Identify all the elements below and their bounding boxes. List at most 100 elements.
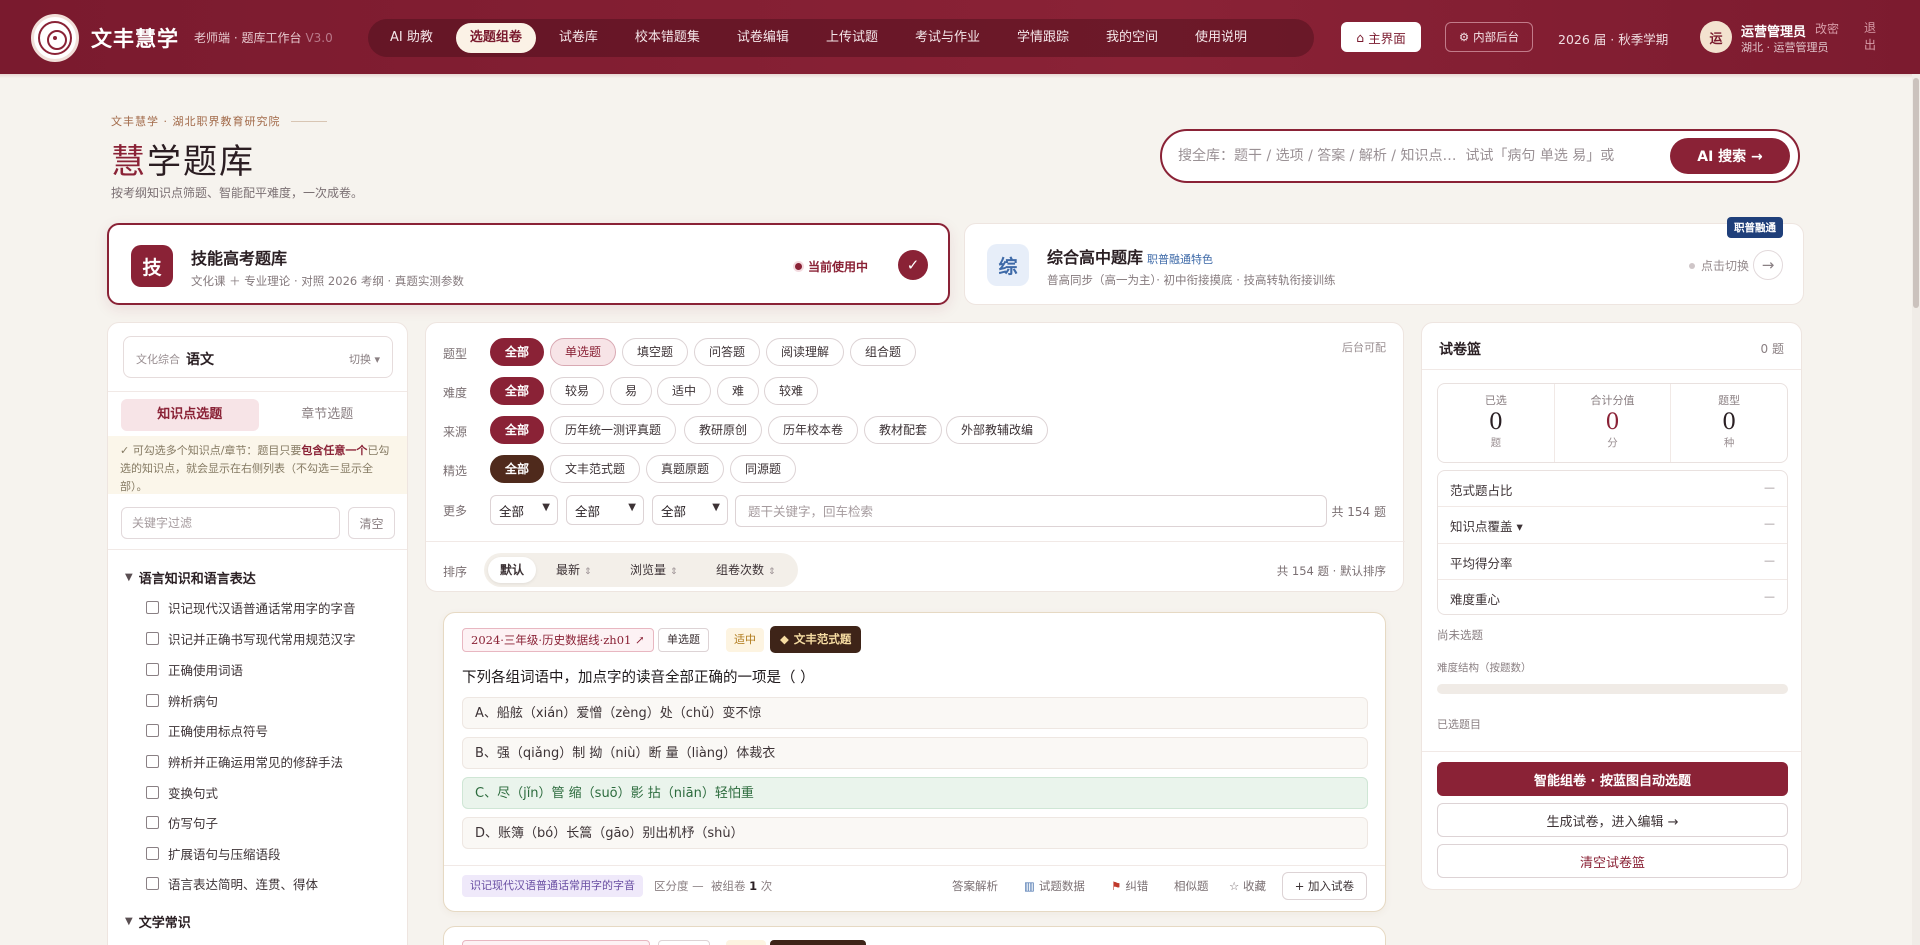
chip-type-combo[interactable]: 组合题 (850, 338, 917, 366)
bar-chart-icon: ▥ (1024, 879, 1035, 893)
backend-button[interactable]: ⚙ 内部后台 (1445, 22, 1533, 52)
divider (444, 865, 1385, 866)
chip-src-textbook[interactable]: 教材配套 (864, 416, 943, 444)
nav-item-compose[interactable]: 选题组卷 (455, 23, 536, 53)
nav-item-ai-assistant[interactable]: AI 助教 (376, 23, 447, 53)
question-data-link[interactable]: ▥ 试题数据 (1024, 878, 1085, 894)
sidebar-hint: ✓ 可勾选多个知识点/章节：题目只要包含任意一个已勾选的知识点，就会显示在右侧列… (108, 436, 407, 494)
chip-type-single-choice[interactable]: 单选题 (550, 338, 617, 366)
user-region: 湖北 · 运营管理员 (1741, 41, 1829, 54)
tree-group-language[interactable]: ▼ 语言知识和语言表达 (125, 568, 256, 587)
subject-selector[interactable]: 文化综合 语文 切换 ▾ (123, 336, 393, 378)
metric-kp-coverage[interactable]: 知识点覆盖 ▾ (1450, 516, 1523, 535)
question-meta: 区分度 — 被组卷 1 次 (654, 879, 773, 893)
tree-item[interactable]: 语言表达简明、连贯、得体 (146, 874, 318, 893)
chip-type-reading[interactable]: 阅读理解 (766, 338, 845, 366)
knowledge-point-tag[interactable]: 识记现代汉语普通话常用字的字音 (462, 875, 643, 897)
checkbox (146, 724, 159, 737)
nav-item-analytics[interactable]: 学情跟踪 (1003, 23, 1083, 53)
backend-button-label: 内部后台 (1473, 30, 1520, 44)
answer-analysis-link[interactable]: 答案解析 (952, 878, 998, 894)
tree-item[interactable]: 识记并正确书写现代常用规范汉字 (146, 629, 356, 648)
more-select-2[interactable]: 全部 ▼ (566, 495, 644, 525)
chip-feat-same-source[interactable]: 同源题 (730, 455, 797, 483)
tree-group-literature[interactable]: ▼ 文学常识 (125, 912, 191, 931)
checkbox (146, 663, 159, 676)
tab-chapter[interactable]: 章节选题 (259, 399, 397, 431)
chip-diff-all[interactable]: 全部 (490, 377, 545, 405)
ai-search-button[interactable]: AI 搜索 → (1670, 138, 1790, 174)
logout-link[interactable]: 退出 (1864, 20, 1878, 54)
metric-avg-score-value: — (1764, 554, 1775, 567)
favorite-link[interactable]: ☆ 收藏 (1229, 878, 1266, 894)
global-search-input[interactable] (1178, 141, 1648, 171)
chip-diff-medium[interactable]: 适中 (657, 377, 712, 405)
chip-feat-real[interactable]: 真题原题 (646, 455, 725, 483)
similar-questions-link[interactable]: 相似题 (1174, 878, 1209, 894)
clear-basket-button[interactable]: 清空试卷篮 (1437, 844, 1788, 878)
more-select-1[interactable]: 全部 ▼ (490, 495, 558, 525)
chip-type-all[interactable]: 全部 (490, 338, 545, 366)
sort-default[interactable]: 默认 (488, 557, 537, 583)
home-icon: ⌂ (1356, 29, 1365, 45)
nav-item-help[interactable]: 使用说明 (1181, 23, 1261, 53)
nav-item-paper-library[interactable]: 试卷库 (545, 23, 612, 53)
auto-compose-button[interactable]: 智能组卷 · 按蓝图自动选题 (1437, 762, 1788, 796)
chip-diff-easier[interactable]: 较易 (550, 377, 605, 405)
chip-diff-harder[interactable]: 较难 (764, 377, 819, 405)
chip-type-qa[interactable]: 问答题 (694, 338, 761, 366)
tree-item[interactable]: 正确使用词语 (146, 660, 243, 679)
chip-diff-hard[interactable]: 难 (717, 377, 760, 405)
subject-switch[interactable]: 切换 ▾ (349, 351, 380, 367)
scrollbar-thumb[interactable] (1913, 78, 1919, 308)
stat-selected: 已选 0 题 (1438, 384, 1555, 462)
question-source-link[interactable]: 2024·三年级·历史数据线·zh01 ↗ (462, 628, 654, 652)
sort-usage[interactable]: 组卷次数 ⇕ (704, 557, 788, 583)
add-to-paper-button[interactable]: + 加入试卷 (1281, 872, 1367, 900)
basket-count: 0 题 (1760, 342, 1784, 356)
home-button[interactable]: ⌂ 主界面 (1341, 22, 1421, 52)
report-error-link[interactable]: ⚑ 纠错 (1111, 878, 1148, 894)
generate-paper-button[interactable]: 生成试卷，进入编辑 → (1437, 803, 1788, 837)
status-dot-icon (794, 263, 802, 270)
divider (1438, 506, 1787, 507)
tree-item[interactable]: 识记现代汉语普通话常用字的字音 (146, 598, 356, 617)
bank-card-skills[interactable]: 技 技能高考题库 文化课 ＋ 专业理论 · 对照 2026 考纲 · 真题实测参… (107, 223, 950, 305)
chip-type-fill-blank[interactable]: 填空题 (622, 338, 689, 366)
sort-latest[interactable]: 最新 ⇕ (544, 557, 604, 583)
tree-item[interactable]: 变换句式 (146, 783, 218, 802)
nav-item-paper-editor[interactable]: 试卷编辑 (723, 23, 803, 53)
bank-card-comprehensive[interactable]: 职普融通 综 综合高中题库 职普融通特色 普高同步（高一为主）· 初中衔接摸底 ·… (964, 217, 1804, 305)
arrow-right-icon[interactable]: → (1753, 250, 1783, 280)
nav-item-upload[interactable]: 上传试题 (812, 23, 892, 53)
chip-feat-all[interactable]: 全部 (490, 455, 545, 483)
stem-keyword-input[interactable] (735, 495, 1327, 527)
sort-icon: ⇕ (670, 567, 678, 577)
tab-knowledge-point[interactable]: 知识点选题 (121, 399, 259, 431)
tree-item[interactable]: 辨析病句 (146, 691, 218, 710)
page-scrollbar[interactable] (1912, 74, 1920, 945)
clear-filter-button[interactable]: 清空 (348, 507, 395, 539)
brand-logo-icon[interactable] (31, 14, 79, 62)
tree-item[interactable]: 辨析并正确运用常见的修辞手法 (146, 752, 343, 771)
tree-item[interactable]: 仿写句子 (146, 813, 218, 832)
nav-item-mistake-set[interactable]: 校本错题集 (621, 23, 714, 53)
nav-item-exams[interactable]: 考试与作业 (901, 23, 994, 53)
keyword-filter-input[interactable] (121, 507, 340, 539)
sort-label: 排序 (443, 565, 468, 579)
chip-src-external[interactable]: 外部教辅改编 (946, 416, 1049, 444)
chip-src-real-exam[interactable]: 历年统一测评真题 (550, 416, 677, 444)
more-select-3[interactable]: 全部 ▼ (652, 495, 728, 525)
chip-feat-model[interactable]: 文丰范式题 (550, 455, 641, 483)
chip-diff-easy[interactable]: 易 (610, 377, 653, 405)
chip-src-all[interactable]: 全部 (490, 416, 545, 444)
avatar[interactable]: 运 (1700, 21, 1732, 53)
chip-src-original[interactable]: 教研原创 (684, 416, 763, 444)
tree-item[interactable]: 正确使用标点符号 (146, 721, 268, 740)
stat-types: 题型 0 种 (1718, 394, 1741, 449)
change-password-link[interactable]: 改密 (1815, 20, 1839, 37)
nav-item-my-space[interactable]: 我的空间 (1092, 23, 1172, 53)
sort-views[interactable]: 浏览量 ⇕ (618, 557, 690, 583)
tree-item[interactable]: 扩展语句与压缩语段 (146, 844, 281, 863)
chip-src-school-paper[interactable]: 历年校本卷 (768, 416, 859, 444)
